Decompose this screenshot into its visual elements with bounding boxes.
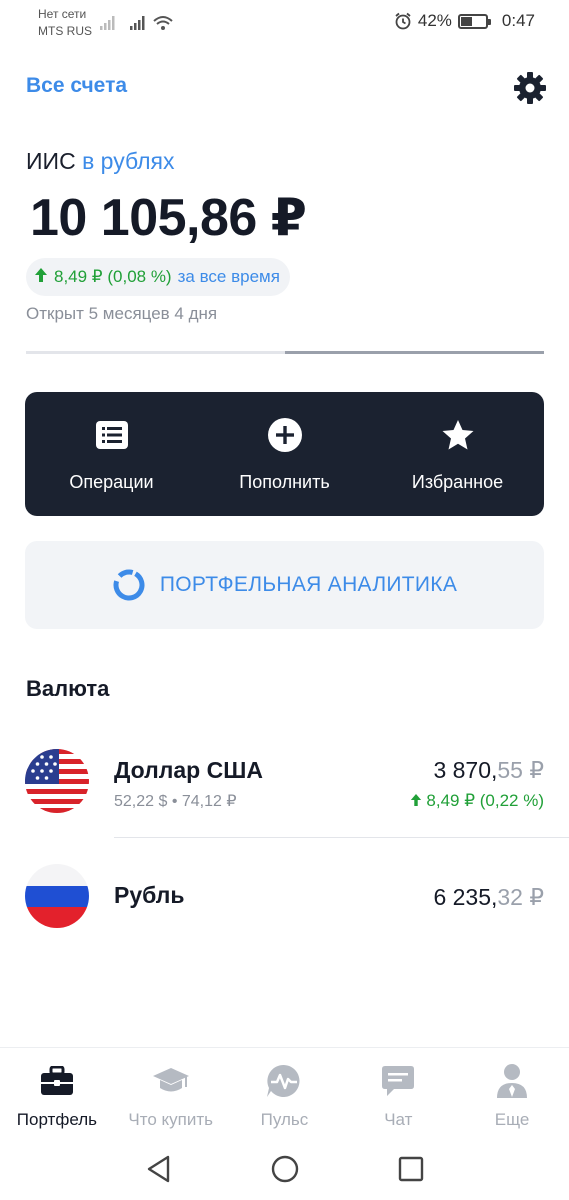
us-flag-icon bbox=[25, 749, 89, 813]
account-progress-bar bbox=[26, 351, 544, 354]
briefcase-icon bbox=[40, 1066, 73, 1095]
status-right: 42% 0:47 bbox=[394, 11, 535, 31]
donut-chart-icon bbox=[113, 569, 145, 601]
operations-button[interactable]: Операции bbox=[25, 392, 198, 516]
pulse-icon bbox=[267, 1064, 300, 1097]
carrier-line-1: Нет сети bbox=[38, 7, 87, 21]
gear-icon[interactable] bbox=[512, 70, 548, 106]
list-icon bbox=[95, 421, 128, 449]
operations-label: Операции bbox=[69, 472, 154, 492]
nav-more[interactable]: Еще bbox=[455, 1048, 569, 1131]
top-up-label: Пополнить bbox=[239, 472, 330, 492]
status-bar: Нет сети MTS RUS 42% 0:47 bbox=[0, 0, 569, 44]
currency-name: Рубль bbox=[114, 882, 185, 908]
nav-more-label: Еще bbox=[494, 1110, 530, 1129]
system-navigation bbox=[0, 1140, 569, 1196]
home-icon[interactable] bbox=[270, 1154, 300, 1184]
ru-flag-icon bbox=[25, 864, 89, 928]
back-icon[interactable] bbox=[144, 1154, 174, 1184]
portfolio-analytics-button[interactable]: ПОРТФЕЛЬНАЯ АНАЛИТИКА bbox=[25, 541, 544, 629]
currency-amount: 6 235,32 ₽ bbox=[433, 884, 544, 911]
currency-amount-int: 6 235, bbox=[433, 884, 498, 910]
portfolio-screen: Нет сети MTS RUS 42% 0:47 Все счета ИИС … bbox=[0, 0, 569, 1200]
currency-row-rub[interactable]: Рубль 6 235,32 ₽ bbox=[0, 850, 569, 960]
arrow-up-icon bbox=[410, 794, 421, 806]
carrier-line-2: MTS RUS bbox=[38, 24, 92, 38]
all-accounts-link[interactable]: Все счета bbox=[26, 74, 127, 98]
carrier-info: Нет сети MTS RUS bbox=[38, 6, 92, 40]
currency-section-title: Валюта bbox=[26, 676, 110, 701]
alarm-icon bbox=[395, 12, 411, 30]
account-currency-link[interactable]: в рублях bbox=[82, 148, 174, 174]
gain-period-selector[interactable]: 8,49 ₽ (0,08 %) за все время bbox=[26, 258, 290, 296]
battery-icon bbox=[457, 13, 491, 29]
nav-portfolio[interactable]: Портфель bbox=[0, 1048, 114, 1131]
star-icon bbox=[442, 420, 473, 450]
graduation-cap-icon bbox=[152, 1068, 189, 1092]
currency-change: 8,49 ₽ (0,22 %) bbox=[410, 791, 544, 811]
currency-row-usd[interactable]: Доллар США 52,22 $ • 74,12 ₽ 3 870,55 ₽ … bbox=[0, 735, 569, 845]
chat-icon bbox=[382, 1066, 415, 1096]
currency-amount: 3 870,55 ₽ bbox=[433, 757, 544, 784]
arrow-up-icon bbox=[34, 267, 48, 288]
account-type-label: ИИС bbox=[26, 148, 76, 174]
recents-icon[interactable] bbox=[396, 1154, 426, 1184]
user-icon bbox=[497, 1064, 528, 1098]
nav-chat[interactable]: Чат bbox=[341, 1048, 455, 1131]
clock: 0:47 bbox=[501, 11, 535, 30]
bottom-navigation: Портфель Что купить Пульс Чат Еще bbox=[0, 1047, 569, 1131]
nav-pulse-label: Пульс bbox=[260, 1110, 309, 1129]
plus-circle-icon bbox=[267, 418, 302, 452]
favorites-label: Избранное bbox=[411, 472, 504, 492]
top-up-button[interactable]: Пополнить bbox=[198, 392, 371, 516]
currency-amount-int: 3 870, bbox=[433, 757, 498, 783]
gain-period: за все время bbox=[177, 267, 280, 286]
nav-pulse[interactable]: Пульс bbox=[228, 1048, 342, 1131]
currency-change-value: 8,49 ₽ (0,22 %) bbox=[426, 791, 544, 810]
portfolio-analytics-label: ПОРТФЕЛЬНАЯ АНАЛИТИКА bbox=[159, 573, 458, 596]
nav-portfolio-label: Портфель bbox=[16, 1110, 97, 1129]
favorites-button[interactable]: Избранное bbox=[371, 392, 544, 516]
account-opened: Открыт 5 месяцев 4 дня bbox=[26, 304, 218, 323]
nav-what-to-buy[interactable]: Что купить bbox=[114, 1048, 228, 1131]
gain-value: 8,49 ₽ (0,08 %) bbox=[54, 267, 172, 286]
currency-name: Доллар США bbox=[114, 757, 263, 783]
currency-amount-dec: 55 ₽ bbox=[497, 757, 544, 783]
nav-what-to-buy-label: Что купить bbox=[128, 1110, 213, 1129]
signal-wifi-icon bbox=[100, 16, 173, 30]
actions-card: Операции Пополнить Избранное bbox=[25, 392, 544, 516]
account-type: ИИС в рублях bbox=[26, 148, 175, 175]
account-balance: 10 105,86 ₽ bbox=[30, 189, 307, 247]
nav-chat-label: Чат bbox=[384, 1110, 413, 1129]
battery-percent: 42% bbox=[417, 11, 452, 30]
row-divider bbox=[114, 837, 569, 838]
currency-quantity-rate: 52,22 $ • 74,12 ₽ bbox=[114, 793, 237, 810]
currency-amount-dec: 32 ₽ bbox=[497, 884, 544, 910]
account-progress-fill bbox=[285, 351, 544, 354]
